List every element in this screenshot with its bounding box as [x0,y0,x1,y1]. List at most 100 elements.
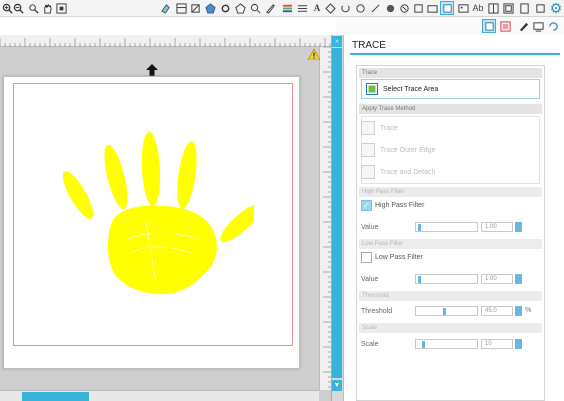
trace-option-label: Trace [380,124,398,132]
knife-icon[interactable] [263,1,277,15]
section-apply-trace-method: Apply Trace Method [359,104,542,114]
threshold-slider[interactable] [415,306,478,316]
lines-icon[interactable] [295,1,309,15]
sketch-icon[interactable] [397,1,411,15]
grid-icon[interactable] [486,1,500,15]
section-trace: Trace [359,68,542,78]
search-shape-icon[interactable] [248,1,262,15]
threshold-value-input[interactable]: 45.0 [481,306,513,316]
pan-hand-icon[interactable] [40,1,54,15]
high-pass-slider[interactable] [415,222,478,232]
scale-value-input[interactable]: 10 [481,339,513,349]
knife-blade-icon[interactable] [516,19,530,33]
warning-icon[interactable] [307,48,321,61]
horizontal-scroll-thumb[interactable] [22,392,89,401]
eraser-icon[interactable] [158,1,172,15]
trace-panel: TRACE Trace Select Trace Area Apply Trac… [343,35,564,401]
trace-outer-edge-label: Trace Outer Edge [380,146,436,154]
page-setup-icon[interactable] [517,1,531,15]
slider-thumb[interactable] [418,276,421,283]
text-tool-icon[interactable]: A [310,1,324,15]
scale-spinner[interactable] [515,339,522,349]
slider-thumb[interactable] [422,341,425,348]
feed-direction-arrow-icon [145,63,159,77]
checkmark-icon: ✓ [361,200,372,211]
high-pass-filter-checkbox[interactable]: ✓ High Pass Filter [361,200,424,211]
cutting-mat[interactable] [3,76,300,369]
low-pass-value-label: Value [361,276,379,283]
select-trace-area-button[interactable]: Select Trace Area [361,79,540,99]
rotate-icon[interactable] [338,1,352,15]
drag-zoom-icon[interactable] [26,1,40,15]
trace-option-icon [361,121,375,135]
library-icon[interactable] [411,1,425,15]
ring-finger-shape [177,141,197,209]
section-scale: Scale [359,323,542,333]
low-pass-spinner[interactable] [515,274,522,284]
high-pass-spinner[interactable] [515,222,522,232]
image-icon[interactable] [456,1,470,15]
high-pass-value-label: Value [361,224,379,231]
scroll-down-icon[interactable]: ▼ [332,380,342,391]
low-pass-filter-label: Low Pass Filter [375,254,423,261]
refresh-icon[interactable] [546,19,560,33]
panel-subtoolbar [336,17,564,35]
send-icon[interactable] [531,19,545,33]
threshold-spinner[interactable] [515,306,522,316]
index-finger-shape [104,144,128,210]
trace-options-container: Trace Select Trace Area Apply Trace Meth… [356,65,545,401]
checkbox-empty-icon [361,252,372,263]
threshold-unit: % [525,307,532,314]
hand-print-shape[interactable] [54,122,254,302]
low-pass-slider[interactable] [415,274,478,284]
low-pass-value-input[interactable]: 1.00 [481,274,513,284]
offset-icon[interactable] [353,1,367,15]
thumb-shape [62,171,94,219]
panel-title: TRACE [352,40,386,51]
print-cut-icon[interactable] [498,19,512,33]
lasso-icon[interactable] [233,1,247,15]
high-pass-filter-label: High Pass Filter [375,202,425,209]
vertical-scroll-thumb[interactable] [332,48,342,378]
high-pass-value-input[interactable]: 1.00 [481,222,513,232]
panel-title-underline [350,53,560,55]
layout-icon[interactable] [174,1,188,15]
frame-icon[interactable] [501,1,515,15]
settings-gear-icon[interactable]: ⚙ [548,0,564,16]
zoom-fit-icon[interactable] [54,1,68,15]
color-bar-icon[interactable] [280,1,294,15]
trace-option[interactable]: Trace [361,121,398,135]
slider-thumb[interactable] [443,308,446,315]
trace-mode-icon[interactable] [482,19,496,33]
trace-and-detach-option[interactable]: Trace and Detach [361,165,435,179]
vertical-ruler [319,47,332,390]
zoom-out-icon[interactable] [11,1,25,15]
line-style-icon[interactable] [368,1,382,15]
trace-outer-edge-icon [361,143,375,157]
transform-icon[interactable] [323,1,337,15]
scale-label: Scale [361,341,379,348]
section-threshold: Threshold [359,291,542,301]
select-area-icon [366,83,378,95]
emboss-icon[interactable] [383,1,397,15]
slider-thumb[interactable] [418,224,421,231]
draw-icon[interactable] [188,1,202,15]
text-style-icon[interactable]: Ab [471,1,485,15]
section-low-pass-filter: Low Pass Filter [359,239,542,249]
top-toolbar: A Ab ⚙ [0,0,564,17]
scale-slider[interactable] [415,339,478,349]
trace-and-detach-icon [361,165,375,179]
collapse-panel-icon[interactable]: » [332,36,342,47]
select-trace-area-label: Select Trace Area [383,85,439,93]
trace-panel-icon[interactable] [440,1,454,15]
low-pass-filter-checkbox[interactable]: Low Pass Filter [361,252,423,263]
trace-and-detach-label: Trace and Detach [380,168,436,176]
trace-outer-edge-option[interactable]: Trace Outer Edge [361,143,435,157]
palm-shape [107,205,217,294]
pentagon-icon[interactable] [203,1,217,15]
pinky-finger-shape [220,203,254,243]
store-icon[interactable] [425,1,439,15]
section-high-pass-filter: High Pass Filter [359,187,542,197]
gear-shape-icon[interactable] [218,1,232,15]
preferences-icon[interactable] [533,1,547,15]
